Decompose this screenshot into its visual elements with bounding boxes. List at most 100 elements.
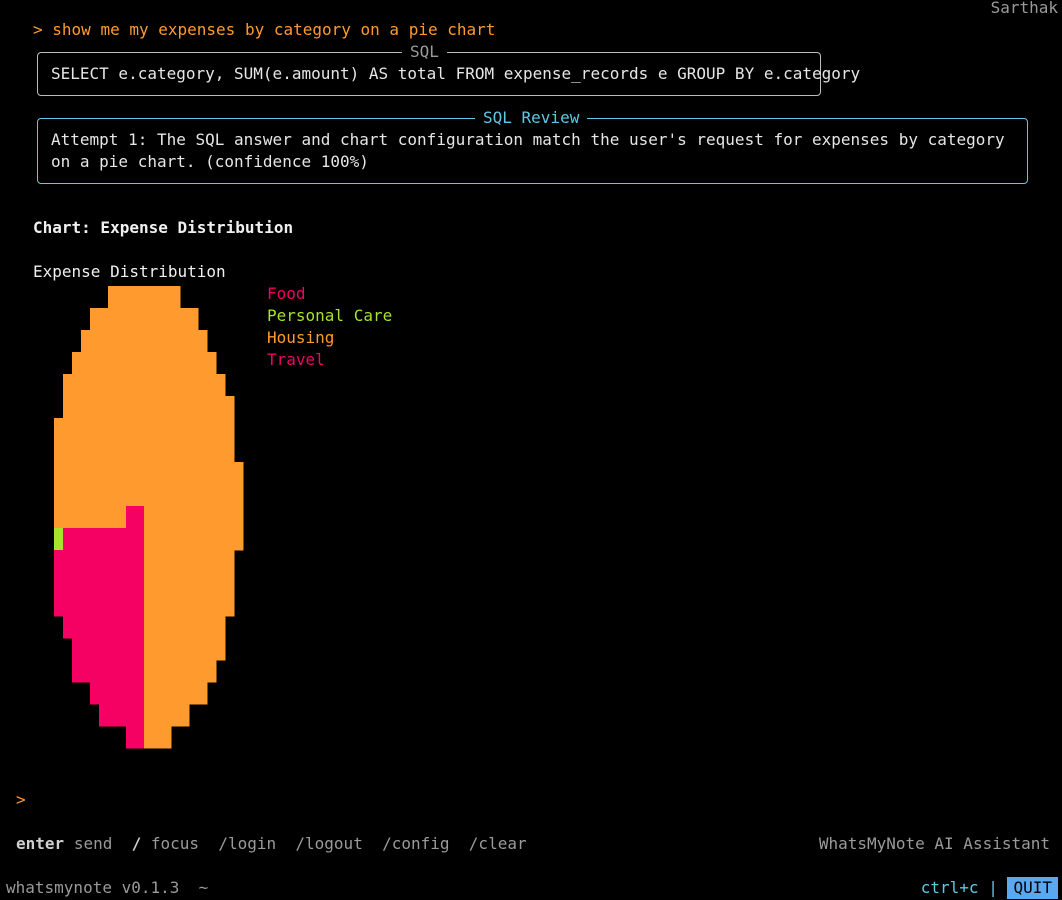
pie-cell-housing (90, 484, 100, 507)
pie-cell-housing (162, 528, 172, 551)
pie-cell-housing (162, 616, 172, 639)
pie-cell-food (99, 594, 109, 617)
pie-cell-food (135, 572, 145, 595)
pie-cell-housing (72, 462, 82, 485)
pie-cell-food (81, 638, 91, 661)
pie-cell-housing (162, 308, 172, 331)
pie-cell-housing (171, 528, 181, 551)
pie-cell-housing (135, 286, 145, 309)
status-separator: | (988, 878, 998, 897)
pie-cell-housing (117, 484, 127, 507)
pie-cell-housing (54, 462, 64, 485)
quit-button[interactable]: QUIT (1007, 877, 1058, 899)
pie-cell-housing (63, 506, 73, 529)
pie-cell-housing (81, 484, 91, 507)
focus-label: focus (150, 834, 200, 853)
pie-cell-food (63, 528, 73, 551)
pie-cell-food (72, 594, 82, 617)
pie-cell-housing (144, 594, 154, 617)
pie-cell-housing (72, 506, 82, 529)
pie-cell-housing (144, 572, 154, 595)
pie-cell-food (99, 528, 109, 551)
pie-cell-housing (162, 286, 172, 309)
pie-cell-food (63, 594, 73, 617)
pie-cell-food (72, 572, 82, 595)
pie-cell-food (117, 594, 127, 617)
pie-cell-housing (63, 374, 73, 397)
pie-cell-food (72, 528, 82, 551)
pie-cell-housing (225, 462, 235, 485)
pie-cell-food (135, 704, 145, 727)
pie-cell-food (126, 616, 136, 639)
pie-cell-housing (90, 418, 100, 441)
pie-cell-housing (198, 396, 208, 419)
pie-cell-housing (99, 440, 109, 463)
pie-cell-food (81, 660, 91, 683)
pie-cell-housing (153, 660, 163, 683)
pie-cell-housing (153, 374, 163, 397)
pie-cell-housing (135, 440, 145, 463)
pie-cell-housing (171, 704, 181, 727)
pie-cell-housing (72, 440, 82, 463)
pie-cell-housing (90, 352, 100, 375)
pie-cell-housing (153, 550, 163, 573)
pie-cell-housing (153, 506, 163, 529)
pie-cell-housing (144, 440, 154, 463)
pie-cell-housing (198, 660, 208, 683)
pie-cell-housing (72, 396, 82, 419)
pie-cell-housing (216, 572, 226, 595)
pie-cell-food (126, 704, 136, 727)
pie-cell-housing (126, 440, 136, 463)
pie-cell-food (117, 638, 127, 661)
config-command[interactable]: /config (382, 834, 449, 853)
pie-cell-housing (144, 550, 154, 573)
pie-cell-food (135, 616, 145, 639)
pie-cell-housing (144, 308, 154, 331)
pie-cell-housing (162, 704, 172, 727)
pie-cell-housing (198, 594, 208, 617)
clear-command[interactable]: /clear (469, 834, 527, 853)
pie-cell-housing (216, 638, 226, 661)
pie-cell-housing (180, 396, 190, 419)
login-command[interactable]: /login (218, 834, 276, 853)
logout-command[interactable]: /logout (295, 834, 362, 853)
pie-cell-housing (189, 330, 199, 353)
pie-cell-housing (180, 638, 190, 661)
pie-cell-housing (189, 352, 199, 375)
pie-chart (54, 286, 244, 749)
pie-cell-housing (108, 440, 118, 463)
pie-cell-housing (171, 572, 181, 595)
pie-cell-food (135, 660, 145, 683)
pie-cell-food (108, 660, 118, 683)
pie-cell-housing (90, 462, 100, 485)
pie-cell-housing (225, 572, 235, 595)
pie-cell-housing (180, 528, 190, 551)
pie-cell-housing (63, 484, 73, 507)
pie-cell-housing (225, 440, 235, 463)
pie-cell-housing (135, 484, 145, 507)
pie-cell-housing (207, 374, 217, 397)
pie-cell-food (135, 726, 145, 749)
pie-cell-housing (216, 462, 226, 485)
pie-cell-housing (153, 352, 163, 375)
pie-cell-housing (180, 682, 190, 705)
pie-cell-housing (189, 550, 199, 573)
pie-cell-housing (99, 396, 109, 419)
pie-cell-food (81, 616, 91, 639)
pie-cell-housing (144, 330, 154, 353)
pie-cell-housing (135, 330, 145, 353)
pie-cell-housing (234, 484, 244, 507)
pie-cell-housing (153, 308, 163, 331)
pie-cell-housing (63, 396, 73, 419)
pie-cell-housing (108, 396, 118, 419)
pie-cell-food (117, 616, 127, 639)
pie-cell-housing (99, 506, 109, 529)
pie-cell-housing (63, 418, 73, 441)
pie-cell-food (54, 572, 64, 595)
pie-cell-housing (180, 660, 190, 683)
pie-cell-housing (126, 484, 136, 507)
legend-item-personal-care: Personal Care (267, 306, 393, 325)
pie-cell-housing (162, 660, 172, 683)
pie-cell-housing (153, 594, 163, 617)
input-caret[interactable]: > (16, 789, 26, 811)
